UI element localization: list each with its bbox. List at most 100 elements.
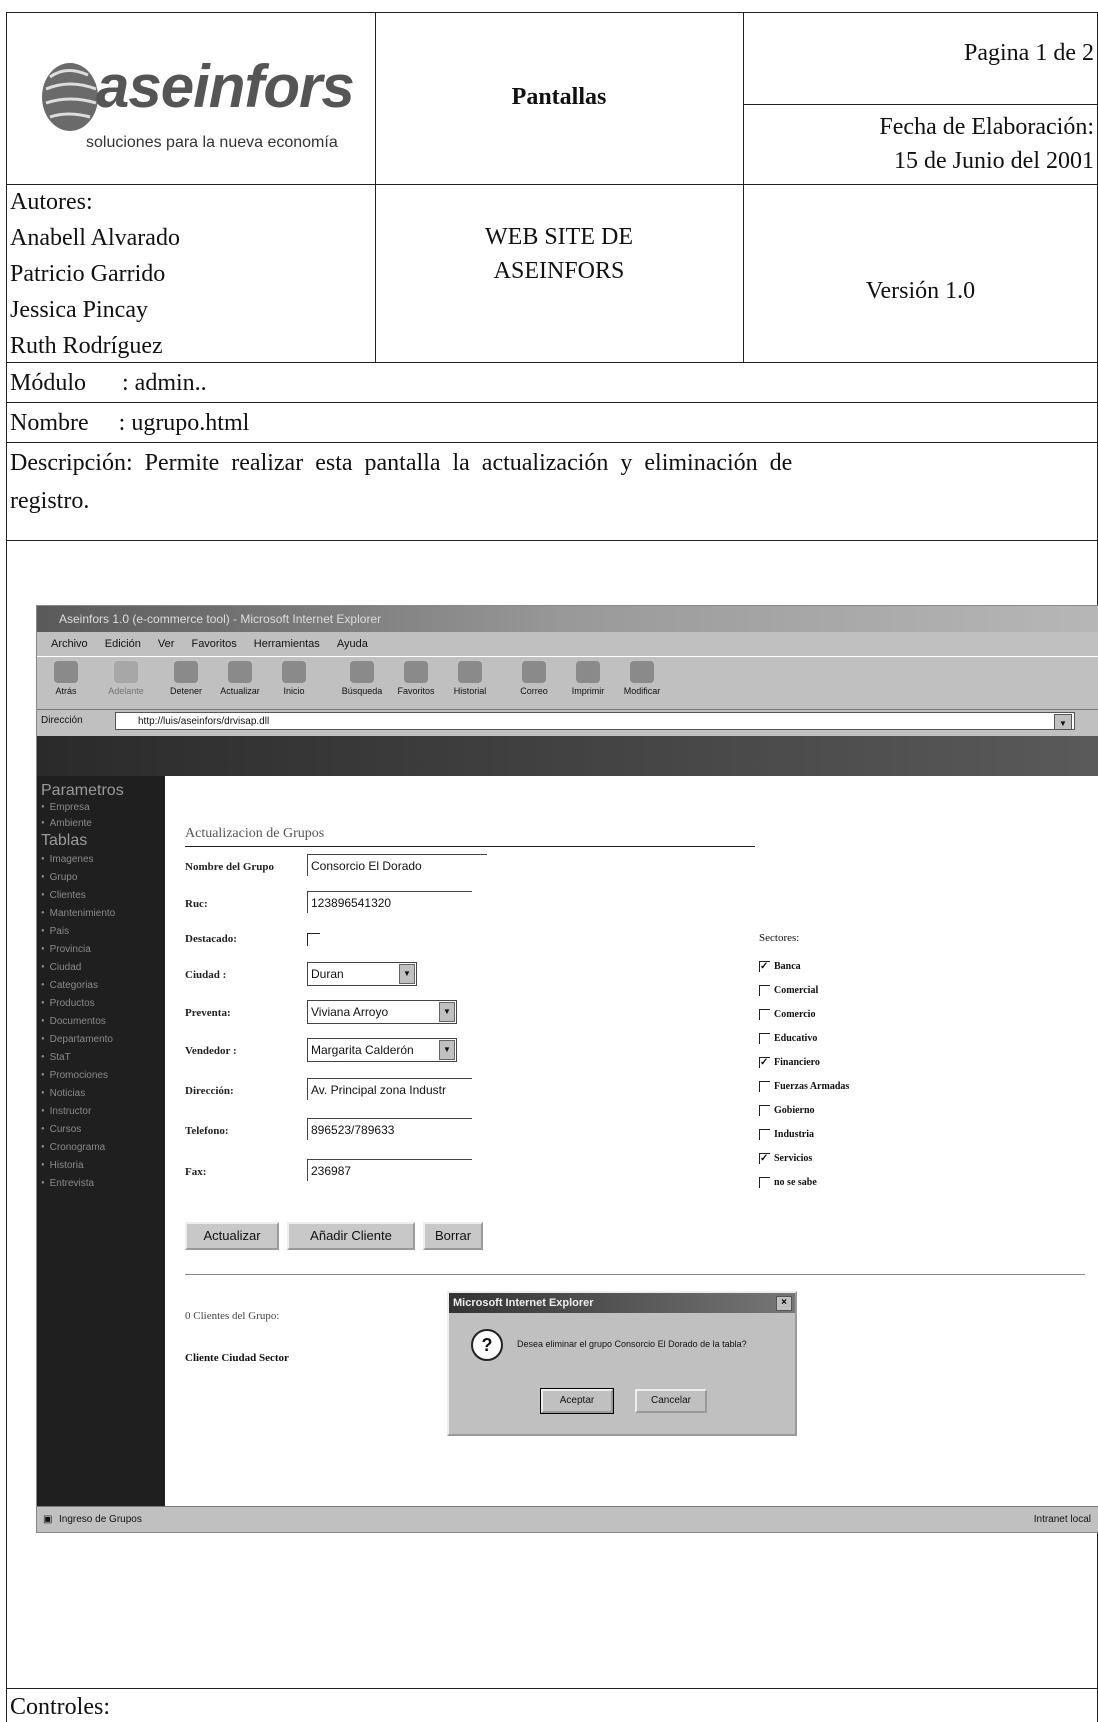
project-name-line2: ASEINFORS bbox=[493, 258, 625, 284]
sectores-label: Sectores: bbox=[759, 932, 800, 944]
sidebar-item-imagenes[interactable]: Imagenes bbox=[41, 854, 94, 865]
preventa-select[interactable]: Viviana Arroyo ▼ bbox=[307, 1000, 457, 1024]
sector-checkbox-fuerzas-armadas[interactable]: Fuerzas Armadas bbox=[759, 1081, 849, 1093]
sidebar-item-empresa[interactable]: Empresa bbox=[41, 802, 90, 813]
menu-herramientas[interactable]: Herramientas bbox=[254, 638, 320, 650]
site-header-band bbox=[37, 736, 1098, 776]
ciudad-select[interactable]: Duran ▼ bbox=[307, 962, 417, 986]
sidebar-item-grupo[interactable]: Grupo bbox=[41, 872, 78, 883]
sidebar-item-stat[interactable]: StaT bbox=[41, 1052, 71, 1063]
actualizar-button[interactable]: Actualizar bbox=[185, 1222, 279, 1250]
vendedor-select[interactable]: Margarita Calderón ▼ bbox=[307, 1038, 457, 1062]
table-border bbox=[6, 442, 1098, 443]
dialog-title: Microsoft Internet Explorer × bbox=[449, 1293, 795, 1313]
sector-checkbox-gobierno[interactable]: Gobierno bbox=[759, 1105, 815, 1117]
edit-button[interactable]: Modificar bbox=[617, 661, 667, 696]
version: Versión 1.0 bbox=[865, 278, 976, 304]
stop-button[interactable]: Detener bbox=[161, 661, 211, 696]
home-button[interactable]: Inicio bbox=[269, 661, 319, 696]
status-zone: Intranet local bbox=[1033, 1514, 1091, 1525]
sidebar-item-ciudad[interactable]: Ciudad bbox=[41, 962, 82, 973]
table-border bbox=[375, 12, 376, 362]
sector-checkbox-comercio[interactable]: Comercio bbox=[759, 1009, 815, 1021]
sector-checkbox-comercial[interactable]: Comercial bbox=[759, 985, 818, 997]
preventa-label: Preventa: bbox=[185, 1007, 231, 1019]
close-icon[interactable]: × bbox=[776, 1296, 792, 1311]
sidebar-item-mantenimiento[interactable]: Mantenimiento bbox=[41, 908, 116, 919]
descripcion-line1: Descripción: Permite realizar esta panta… bbox=[10, 450, 793, 476]
favorites-icon bbox=[404, 661, 428, 683]
menu-ayuda[interactable]: Ayuda bbox=[337, 638, 368, 650]
author-name: Patricio Garrido bbox=[10, 261, 166, 287]
status-page-icon: ▣ bbox=[43, 1514, 53, 1525]
telefono-input[interactable]: 896523/789633 bbox=[307, 1118, 472, 1140]
sidebar-item-noticias[interactable]: Noticias bbox=[41, 1088, 86, 1099]
cancel-button[interactable]: Cancelar bbox=[635, 1389, 707, 1413]
sidebar-item-cronograma[interactable]: Cronograma bbox=[41, 1142, 106, 1153]
history-icon bbox=[458, 661, 482, 683]
fax-input[interactable]: 236987 bbox=[307, 1159, 472, 1181]
back-button[interactable]: Atrás bbox=[41, 661, 91, 696]
sector-checkbox-industria[interactable]: Industria bbox=[759, 1129, 814, 1141]
destacado-checkbox[interactable] bbox=[307, 933, 320, 946]
table-border bbox=[6, 540, 1098, 541]
admin-sidebar: Parametros Empresa Ambiente Tablas Image… bbox=[37, 776, 165, 1506]
sidebar-item-documentos[interactable]: Documentos bbox=[41, 1016, 106, 1027]
project-name-line1: WEB SITE DE bbox=[485, 224, 633, 250]
direccion-input[interactable]: Av. Principal zona Industr bbox=[307, 1078, 472, 1100]
search-button[interactable]: Búsqueda bbox=[337, 661, 387, 696]
sidebar-item-provincia[interactable]: Provincia bbox=[41, 944, 91, 955]
ruc-input[interactable]: 123896541320 bbox=[307, 891, 472, 913]
nombre: Nombre : ugrupo.html bbox=[10, 410, 250, 436]
section-divider bbox=[185, 1274, 1085, 1275]
menu-favoritos[interactable]: Favoritos bbox=[191, 638, 236, 650]
favorites-button[interactable]: Favoritos bbox=[391, 661, 441, 696]
sidebar-item-productos[interactable]: Productos bbox=[41, 998, 95, 1009]
sector-checkbox-banca[interactable]: ✓ Banca bbox=[759, 961, 801, 973]
sidebar-item-ambiente[interactable]: Ambiente bbox=[41, 818, 92, 829]
sidebar-item-promociones[interactable]: Promociones bbox=[41, 1070, 108, 1081]
menu-archivo[interactable]: Archivo bbox=[51, 638, 88, 650]
sidebar-item-pais[interactable]: Pais bbox=[41, 926, 69, 937]
address-input[interactable]: http://luis/aseinfors/drvisap.dll ▼ bbox=[115, 712, 1075, 730]
page-number: Pagina 1 de 2 bbox=[964, 40, 1094, 66]
sidebar-item-categorias[interactable]: Categorias bbox=[41, 980, 98, 991]
chevron-down-icon: ▼ bbox=[439, 1002, 455, 1022]
author-name: Anabell Alvarado bbox=[10, 225, 180, 251]
sidebar-item-departamento[interactable]: Departamento bbox=[41, 1034, 113, 1045]
anadir-cliente-button[interactable]: Añadir Cliente bbox=[287, 1222, 415, 1250]
history-button[interactable]: Historial bbox=[445, 661, 495, 696]
sidebar-item-instructor[interactable]: Instructor bbox=[41, 1106, 92, 1117]
author-name: Jessica Pincay bbox=[10, 297, 148, 323]
nombre-grupo-input[interactable]: Consorcio El Dorado bbox=[307, 854, 487, 876]
sidebar-item-cursos[interactable]: Cursos bbox=[41, 1124, 82, 1135]
browser-statusbar: ▣ Ingreso de Grupos Intranet local bbox=[37, 1506, 1098, 1532]
borrar-button[interactable]: Borrar bbox=[423, 1222, 483, 1250]
logo-tagline: soluciones para la nueva economía bbox=[86, 134, 338, 151]
browser-menubar: Archivo Edición Ver Favoritos Herramient… bbox=[37, 632, 1098, 656]
sidebar-heading-tablas: Tablas bbox=[41, 832, 88, 849]
dialog-message: Desea eliminar el grupo Consorcio El Dor… bbox=[517, 1339, 747, 1349]
sector-checkbox-servicios[interactable]: ✓ Servicios bbox=[759, 1153, 812, 1165]
nombre-grupo-label: Nombre del Grupo bbox=[185, 861, 275, 873]
mail-button[interactable]: Correo bbox=[509, 661, 559, 696]
browser-screenshot: Aseinfors 1.0 (e-commerce tool) - Micros… bbox=[36, 605, 1098, 1533]
address-dropdown-icon[interactable]: ▼ bbox=[1054, 714, 1072, 730]
sector-checkbox-educativo[interactable]: Educativo bbox=[759, 1033, 817, 1045]
sidebar-item-historia[interactable]: Historia bbox=[41, 1160, 84, 1171]
menu-edicion[interactable]: Edición bbox=[105, 638, 141, 650]
sector-checkbox-financiero[interactable]: ✓ Financiero bbox=[759, 1057, 820, 1069]
accept-button[interactable]: Aceptar bbox=[540, 1388, 614, 1414]
sector-checkbox-no-se-sabe[interactable]: no se sabe bbox=[759, 1177, 817, 1189]
sidebar-item-entrevista[interactable]: Entrevista bbox=[41, 1178, 94, 1189]
clients-table-header: Cliente Ciudad Sector bbox=[185, 1352, 289, 1364]
sidebar-item-clientes[interactable]: Clientes bbox=[41, 890, 86, 901]
table-border bbox=[6, 184, 1098, 185]
menu-ver[interactable]: Ver bbox=[158, 638, 175, 650]
mail-icon bbox=[522, 661, 546, 683]
print-button[interactable]: Imprimir bbox=[563, 661, 613, 696]
refresh-button[interactable]: Actualizar bbox=[215, 661, 265, 696]
forward-button[interactable]: Adelante bbox=[101, 661, 151, 696]
form-title-rule bbox=[185, 846, 755, 847]
doc-type: Pantallas bbox=[511, 84, 607, 110]
